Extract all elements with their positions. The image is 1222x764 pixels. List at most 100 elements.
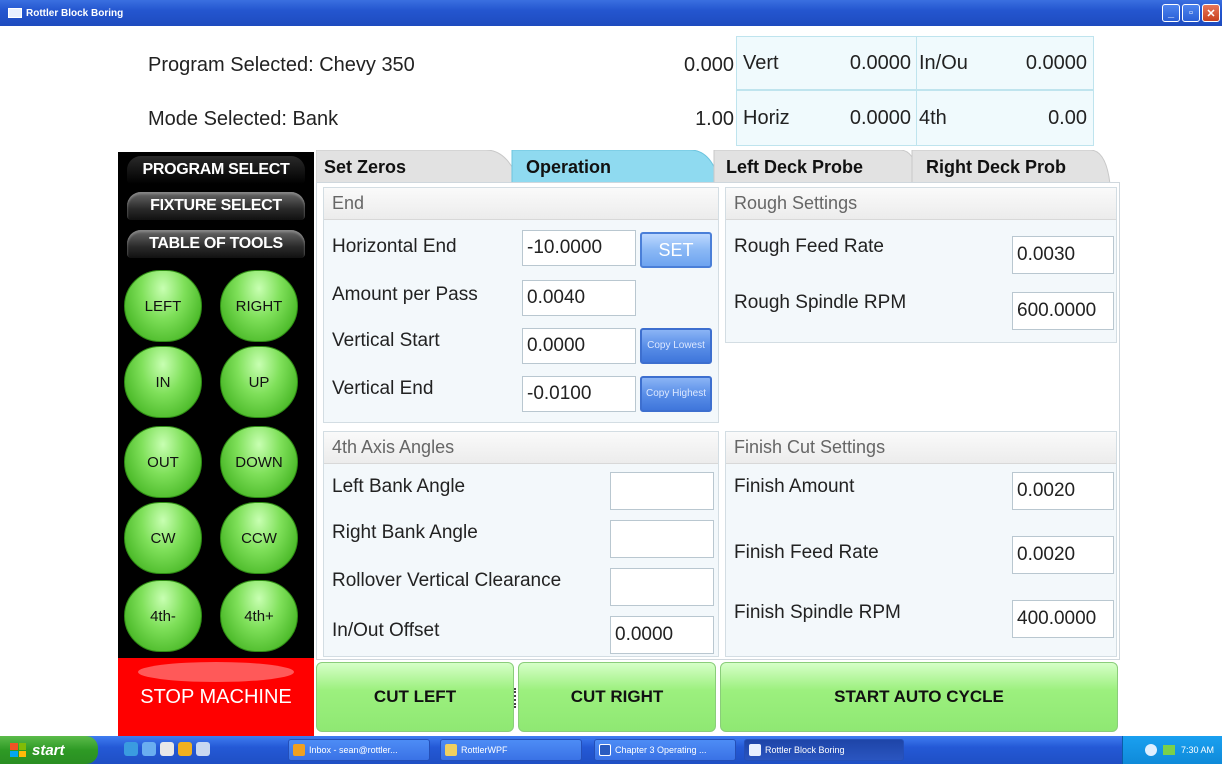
copy-highest-button[interactable]: Copy Highest	[640, 376, 712, 412]
cut-left-button[interactable]: CUT LEFT	[316, 662, 514, 732]
header-value-1: 0.000	[683, 54, 734, 76]
close-button[interactable]: ✕	[1202, 4, 1220, 22]
stop-machine-button[interactable]: STOP MACHINE	[118, 658, 314, 736]
inout-label: In/Ou	[919, 51, 968, 74]
vert-label: Vert	[743, 51, 779, 74]
fourth-label: 4th	[919, 106, 947, 129]
vertical-end-label: Vertical End	[332, 378, 434, 399]
rotate-ccw-button[interactable]: CCW	[220, 502, 298, 574]
left-bank-angle-input[interactable]	[610, 472, 714, 510]
finish-cut-group: Finish Cut Settings Finish Amount 0.0020…	[725, 431, 1117, 657]
jog-in-button[interactable]: IN	[124, 346, 202, 418]
left-bank-angle-label: Left Bank Angle	[332, 476, 466, 497]
rollover-clearance-input[interactable]	[610, 568, 714, 606]
copy-lowest-button[interactable]: Copy Lowest	[640, 328, 712, 364]
title-bar: Rottler Block Boring _ ▫ ✕	[0, 0, 1222, 26]
end-group: End Horizontal End -10.0000 SET Amount p…	[323, 187, 719, 423]
right-bank-angle-input[interactable]	[610, 520, 714, 558]
horiz-readout: Horiz 0.0000	[736, 90, 918, 146]
jog-left-button[interactable]: LEFT	[124, 270, 202, 342]
network-icon[interactable]	[1144, 744, 1157, 756]
taskbar-item-rottlerwpf[interactable]: RottlerWPF	[440, 739, 582, 761]
minimize-button[interactable]: _	[1162, 4, 1180, 22]
table-of-tools-tab[interactable]: TABLE OF TOOLS	[118, 228, 314, 260]
start-auto-cycle-button[interactable]: START AUTO CYCLE	[720, 662, 1118, 732]
set-button[interactable]: SET	[640, 232, 712, 268]
rough-settings-title: Rough Settings	[726, 188, 1116, 220]
jog-right-button[interactable]: RIGHT	[220, 270, 298, 342]
tab-left-deck-probe[interactable]: Left Deck Probe	[718, 150, 918, 184]
horizontal-end-input[interactable]: -10.0000	[522, 230, 636, 266]
outlook-task-icon	[293, 744, 305, 756]
taskbar-item-rottler-block-boring[interactable]: Rottler Block Boring	[744, 739, 904, 761]
jog-up-button[interactable]: UP	[220, 346, 298, 418]
rough-feed-rate-label: Rough Feed Rate	[734, 236, 884, 257]
vertical-start-label: Vertical Start	[332, 330, 440, 351]
taskbar-item-inbox[interactable]: Inbox - sean@rottler...	[288, 739, 430, 761]
app-task-icon	[749, 744, 761, 756]
rough-spindle-rpm-label: Rough Spindle RPM	[734, 292, 907, 313]
taskbar: start Inbox - sean@rottler... RottlerWPF…	[0, 736, 1222, 764]
program-select-tab[interactable]: PROGRAM SELECT	[118, 154, 314, 186]
header-value-2: 1.00	[695, 108, 734, 130]
word-icon	[599, 744, 611, 756]
rough-feed-rate-input[interactable]: 0.0030	[1012, 236, 1114, 274]
folder-icon	[445, 744, 457, 756]
finish-feed-rate-input[interactable]: 0.0020	[1012, 536, 1114, 574]
right-bank-angle-label: Right Bank Angle	[332, 522, 478, 543]
restore-button[interactable]: ▫	[1182, 4, 1200, 22]
browser-icon[interactable]	[142, 742, 156, 756]
ie-icon[interactable]	[124, 742, 138, 756]
rollover-clearance-label: Rollover Vertical Clearance	[332, 570, 562, 591]
finish-spindle-rpm-label: Finish Spindle RPM	[734, 602, 901, 623]
desktop-icon[interactable]	[160, 742, 174, 756]
finish-cut-title: Finish Cut Settings	[726, 432, 1116, 464]
inout-value: 0.0000	[1025, 51, 1087, 74]
sidebar: PROGRAM SELECT FIXTURE SELECT TABLE OF T…	[118, 152, 314, 658]
button-shine	[138, 662, 294, 682]
cut-right-button[interactable]: CUT RIGHT	[518, 662, 716, 732]
horiz-label: Horiz	[743, 106, 790, 129]
vert-value: 0.0000	[849, 51, 911, 74]
vertical-end-input[interactable]: -0.0100	[522, 376, 636, 412]
fourth-plus-button[interactable]: 4th+	[220, 580, 298, 652]
window-controls: _ ▫ ✕	[1162, 4, 1220, 22]
clock: 7:30 AM	[1180, 745, 1214, 755]
app-icon	[8, 8, 22, 18]
taskbar-item-chapter3[interactable]: Chapter 3 Operating ...	[594, 739, 736, 761]
fourth-axis-title: 4th Axis Angles	[324, 432, 718, 464]
inout-readout: In/Ou 0.0000	[916, 36, 1094, 90]
fourth-minus-button[interactable]: 4th-	[124, 580, 202, 652]
jog-down-button[interactable]: DOWN	[220, 426, 298, 498]
outlook-icon[interactable]	[178, 742, 192, 756]
fixture-select-tab[interactable]: FIXTURE SELECT	[118, 190, 314, 222]
position-readout: Vert 0.0000 In/Ou 0.0000 Horiz 0.0000 4t…	[736, 36, 1094, 146]
amount-per-pass-input[interactable]: 0.0040	[522, 280, 636, 316]
tray-icon[interactable]	[1162, 745, 1175, 755]
amount-per-pass-label: Amount per Pass	[332, 284, 478, 305]
vert-readout: Vert 0.0000	[736, 36, 918, 90]
tab-right-deck-probe[interactable]: Right Deck Prob	[918, 150, 1114, 184]
system-tray: 7:30 AM	[1122, 736, 1222, 764]
window-title: Rottler Block Boring	[26, 7, 124, 19]
finish-amount-label: Finish Amount	[734, 476, 855, 497]
finish-spindle-rpm-input[interactable]: 400.0000	[1012, 600, 1114, 638]
tab-operation[interactable]: Operation	[518, 150, 718, 184]
finish-amount-input[interactable]: 0.0020	[1012, 472, 1114, 510]
jog-out-button[interactable]: OUT	[124, 426, 202, 498]
inout-offset-input[interactable]: 0.0000	[610, 616, 714, 654]
vertical-start-input[interactable]: 0.0000	[522, 328, 636, 364]
start-button[interactable]: start	[0, 736, 98, 764]
operation-panel: End Horizontal End -10.0000 SET Amount p…	[316, 182, 1120, 660]
finish-feed-rate-label: Finish Feed Rate	[734, 542, 879, 563]
quicklaunch-icon[interactable]	[196, 742, 210, 756]
end-group-title: End	[324, 188, 718, 220]
fourth-axis-group: 4th Axis Angles Left Bank Angle Right Ba…	[323, 431, 719, 657]
horiz-value: 0.0000	[849, 106, 911, 129]
rotate-cw-button[interactable]: CW	[124, 502, 202, 574]
mode-selected-label: Mode Selected: Bank	[148, 108, 339, 130]
inout-offset-label: In/Out Offset	[332, 620, 440, 641]
rough-spindle-rpm-input[interactable]: 600.0000	[1012, 292, 1114, 330]
tab-set-zeros[interactable]: Set Zeros	[316, 150, 516, 184]
fourth-readout: 4th 0.00	[916, 90, 1094, 146]
